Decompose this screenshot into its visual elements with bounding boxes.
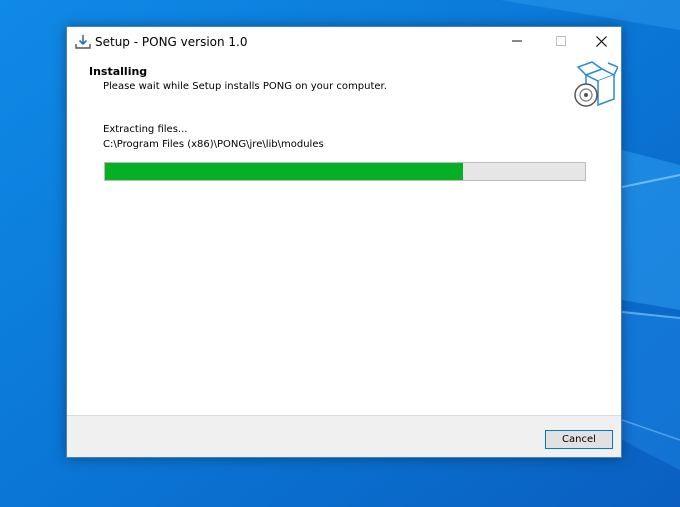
maximize-icon	[556, 36, 566, 46]
minimize-icon	[512, 40, 522, 42]
cancel-button[interactable]: Cancel	[545, 430, 613, 449]
title-bar[interactable]: Setup - PONG version 1.0	[67, 27, 621, 57]
progress-bar	[104, 162, 586, 181]
maximize-button[interactable]	[539, 27, 583, 56]
close-icon	[596, 36, 607, 47]
current-file-path: C:\Program Files (x86)\PONG\jre\lib\modu…	[103, 139, 324, 150]
setup-window: Setup - PONG version 1.0 Installing Plea…	[66, 26, 622, 458]
progress-bar-fill	[105, 163, 463, 180]
minimize-button[interactable]	[495, 27, 539, 56]
download-tray-icon	[74, 33, 92, 51]
wizard-header: Installing Please wait while Setup insta…	[67, 57, 621, 117]
page-subheading: Please wait while Setup installs PONG on…	[103, 81, 387, 92]
window-title: Setup - PONG version 1.0	[95, 35, 248, 49]
page-heading: Installing	[89, 65, 148, 78]
package-box-disc-icon	[572, 59, 620, 109]
status-text: Extracting files...	[103, 124, 188, 135]
close-button[interactable]	[579, 27, 623, 56]
button-footer: Cancel	[67, 415, 621, 457]
